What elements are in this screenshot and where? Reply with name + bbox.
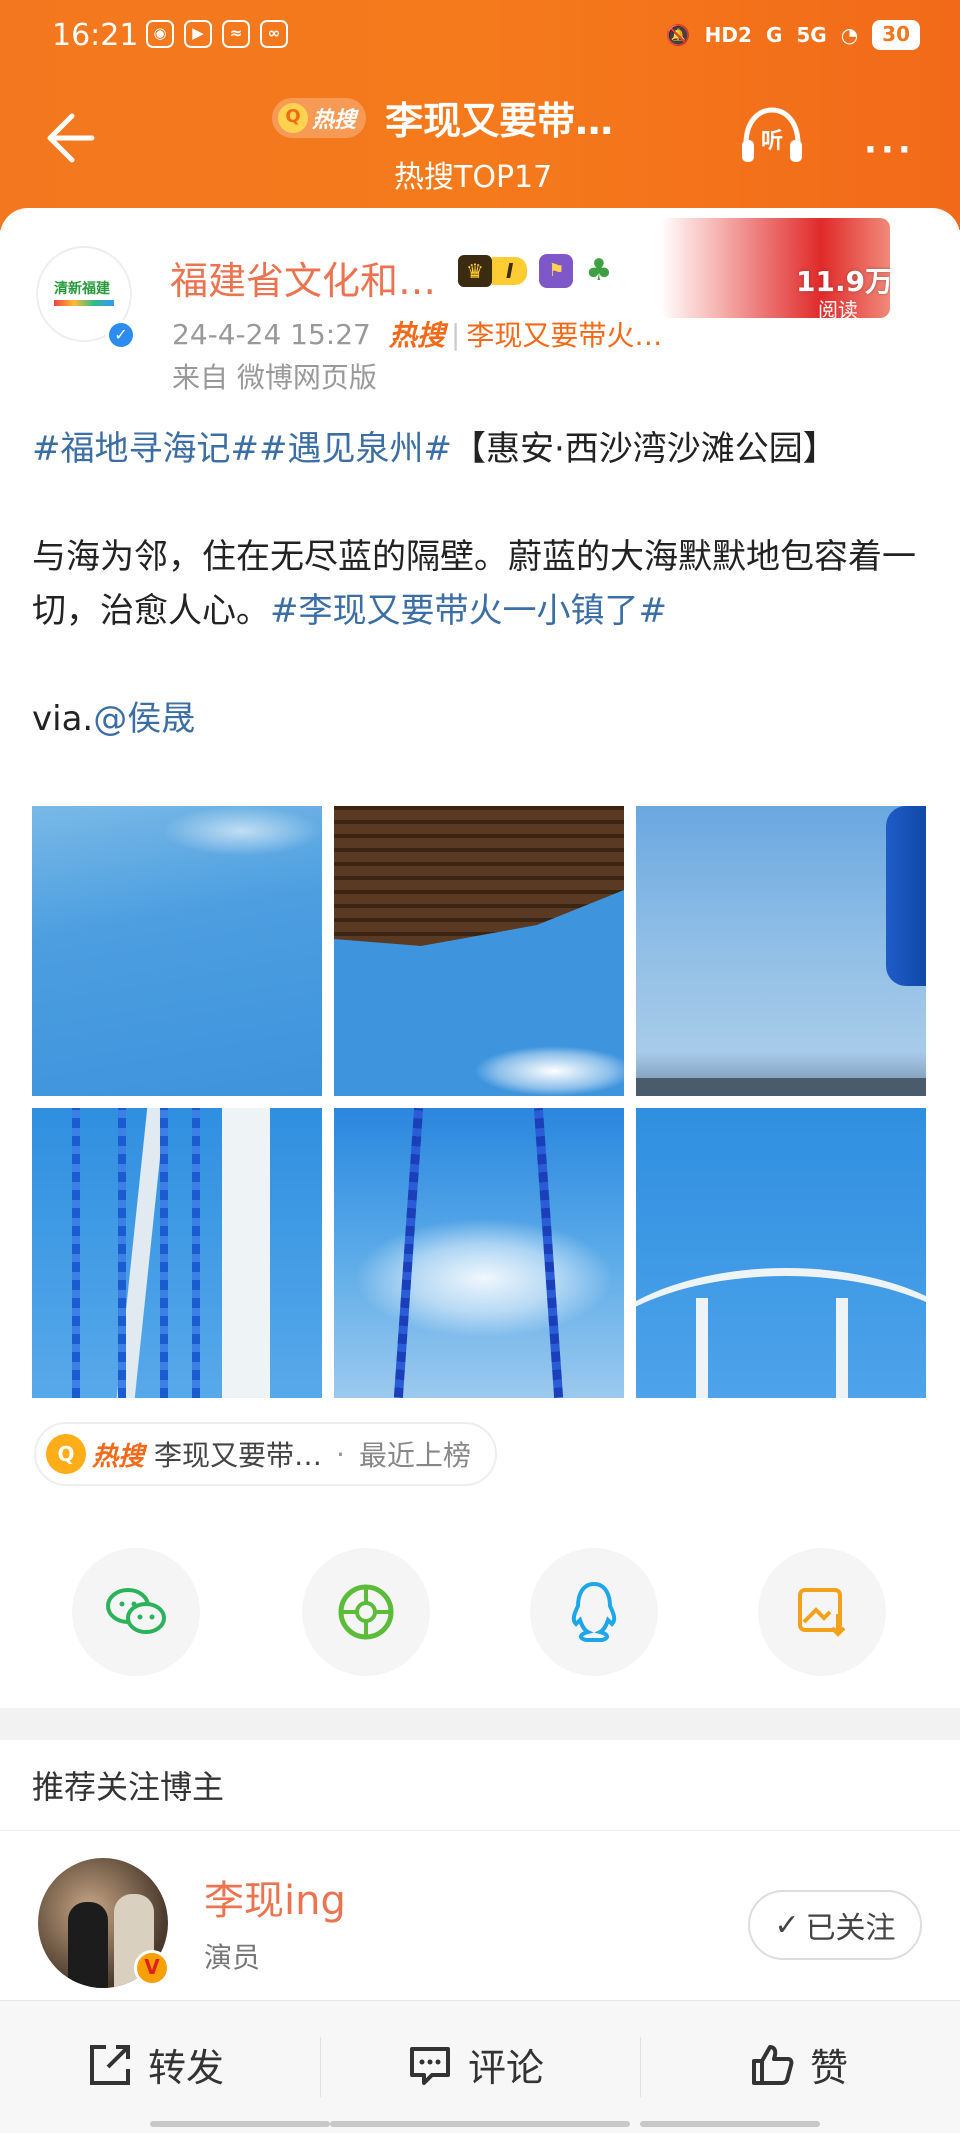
- wifi-icon: ◔: [840, 23, 859, 47]
- listen-button[interactable]: 听: [738, 104, 806, 168]
- roof-sky-photo[interactable]: [334, 806, 624, 1096]
- link-icon: ∞: [260, 20, 288, 48]
- page-title: 李现又要带…: [385, 99, 614, 143]
- save-image-button[interactable]: [758, 1548, 886, 1676]
- network-type: HD2: [704, 23, 752, 47]
- comment-button[interactable]: 评论: [406, 2037, 544, 2092]
- author-name[interactable]: 福建省文化和…: [170, 250, 436, 305]
- topic-tag[interactable]: #李现又要带火一小镇了#: [270, 591, 667, 631]
- share-wechat-button[interactable]: [72, 1548, 200, 1676]
- share-row: [0, 1548, 960, 1678]
- status-indicators: 🔕 HD2 G 5G ◔ 30: [666, 20, 920, 50]
- chip-dot: ·: [336, 1437, 345, 1471]
- repost-button[interactable]: 转发: [86, 2037, 224, 2092]
- repost-label: 转发: [148, 2046, 225, 2090]
- qq-icon: [571, 1581, 617, 1642]
- like-label: 赞: [810, 2046, 849, 2090]
- repost-icon: [90, 2044, 130, 2085]
- hot-label: 热搜: [312, 107, 357, 133]
- member-level: I: [492, 257, 528, 285]
- recommend-title: 推荐关注博主: [32, 1768, 225, 1806]
- moments-icon: [338, 1584, 394, 1640]
- chip-hot-label: 热搜: [92, 1441, 145, 1472]
- comment-label: 评论: [468, 2046, 545, 2090]
- recommend-section: 推荐关注博主 V 李现ing 演员 ✓ 已关注: [0, 1740, 960, 2000]
- wechat-icon: [106, 1588, 166, 1634]
- back-arrow-icon: [47, 113, 95, 163]
- like-button[interactable]: 赞: [748, 2037, 848, 2092]
- thumbs-up-icon: [752, 2044, 794, 2085]
- topic-tag[interactable]: #福地寻海记#: [32, 429, 259, 469]
- sky-photo[interactable]: [32, 806, 322, 1096]
- post-paragraph-1: #福地寻海记##遇见泉州#【惠安·西沙湾沙滩公园】: [32, 422, 932, 476]
- post-paragraph-3: via.@侯晟: [32, 692, 932, 746]
- read-label: 阅读: [818, 298, 858, 322]
- recommend-name[interactable]: 李现ing: [204, 1868, 346, 1926]
- divider: [0, 1830, 960, 1831]
- status-time: 16:21: [52, 18, 139, 53]
- chip-topic: 李现又要带…: [154, 1439, 323, 1472]
- flag-sea-photo[interactable]: [636, 806, 926, 1096]
- arc-structure-photo[interactable]: [636, 1108, 926, 1398]
- verified-icon: ✓: [106, 320, 136, 350]
- meta-divider: |: [450, 317, 461, 351]
- signal-g: G: [765, 23, 783, 47]
- home-indicator: [150, 2121, 330, 2127]
- search-icon: Q: [278, 102, 308, 133]
- chip-status: 最近上榜: [358, 1439, 471, 1472]
- share-qq-button[interactable]: [530, 1548, 658, 1676]
- check-icon: ✓: [774, 1907, 800, 1943]
- photo-grid: [32, 806, 930, 1398]
- topic-tag[interactable]: #遇见泉州#: [259, 429, 452, 469]
- post-text: #福地寻海记##遇见泉州#【惠安·西沙湾沙滩公园】 与海为邻，住在无尽蓝的隔壁。…: [32, 422, 932, 800]
- more-button[interactable]: ···: [864, 130, 915, 170]
- nav-bar: Q 热搜 李现又要带… 热搜TOP17 听 ···: [0, 80, 960, 200]
- swing-photo[interactable]: [334, 1108, 624, 1398]
- mute-icon: 🔕: [665, 23, 691, 47]
- page-subtitle: 热搜TOP17: [394, 160, 553, 195]
- audio-icon: ≈: [222, 20, 250, 48]
- status-bar: 16:21 ◉ ▶ ≈ ∞ 🔕 HD2 G 5G ◔ 30: [0, 12, 960, 64]
- battery-indicator: 30: [872, 20, 920, 50]
- crown-icon: ♛: [458, 255, 492, 287]
- post-paragraph-2: 与海为邻，住在无尽蓝的隔壁。蔚蓝的大海默默地包容着一切，治愈人心。#李现又要带火…: [32, 530, 932, 638]
- comment-icon: [410, 2046, 450, 2085]
- svg-text:听: 听: [761, 129, 783, 154]
- author-badges: ♛ I ⚑ ♣: [458, 254, 619, 288]
- rope-posts-photo[interactable]: [32, 1108, 322, 1398]
- hot-search-pill: Q 热搜: [272, 97, 367, 138]
- play-icon: ▶: [184, 20, 212, 48]
- status-app-icons: ◉ ▶ ≈ ∞: [146, 20, 288, 48]
- post-card: 清新福建 ✓ 福建省文化和… ♛ I ⚑ ♣ 11.9万 阅读 24-4-24 …: [0, 208, 960, 1708]
- verified-v-icon: V: [134, 1950, 170, 1986]
- post-text-line: 【惠安·西沙湾沙滩公园】: [451, 429, 837, 469]
- signal-5g: 5G: [796, 23, 827, 47]
- post-meta: 24-4-24 15:27 热搜 | 李现又要带火…: [172, 314, 662, 354]
- hot-topic-chip[interactable]: Q 热搜 李现又要带… · 最近上榜: [34, 1422, 497, 1486]
- share-moments-button[interactable]: [302, 1548, 430, 1676]
- follow-label: 已关注: [805, 1911, 896, 1946]
- headphones-icon: 听: [742, 107, 802, 162]
- via-prefix: via.: [32, 699, 94, 739]
- search-icon: Q: [46, 1434, 86, 1474]
- shield-icon[interactable]: ⚑: [539, 254, 574, 288]
- recommend-description: 演员: [204, 1941, 261, 1974]
- meta-hot-topic[interactable]: 李现又要带火…: [466, 314, 662, 354]
- meta-hot-label: 热搜: [388, 319, 445, 352]
- post-source: 来自 微博网页版: [172, 361, 377, 394]
- user-mention[interactable]: @侯晟: [93, 699, 195, 739]
- header: 16:21 ◉ ▶ ≈ ∞ 🔕 HD2 G 5G ◔ 30 Q 热搜 李现又要带…: [0, 0, 960, 230]
- bottom-action-bar: 转发 评论 赞: [0, 2000, 960, 2133]
- nav-title-group[interactable]: Q 热搜 李现又要带…: [272, 90, 692, 145]
- save-image-icon: [798, 1588, 846, 1637]
- post-date: 24-4-24 15:27: [172, 317, 371, 351]
- tree-icon[interactable]: ♣: [585, 254, 619, 288]
- member-badge[interactable]: ♛ I: [458, 255, 528, 287]
- following-button[interactable]: ✓ 已关注: [748, 1890, 922, 1960]
- weibo-icon: ◉: [146, 20, 174, 48]
- back-button[interactable]: [36, 108, 96, 168]
- avatar-logo: 清新福建: [54, 281, 110, 297]
